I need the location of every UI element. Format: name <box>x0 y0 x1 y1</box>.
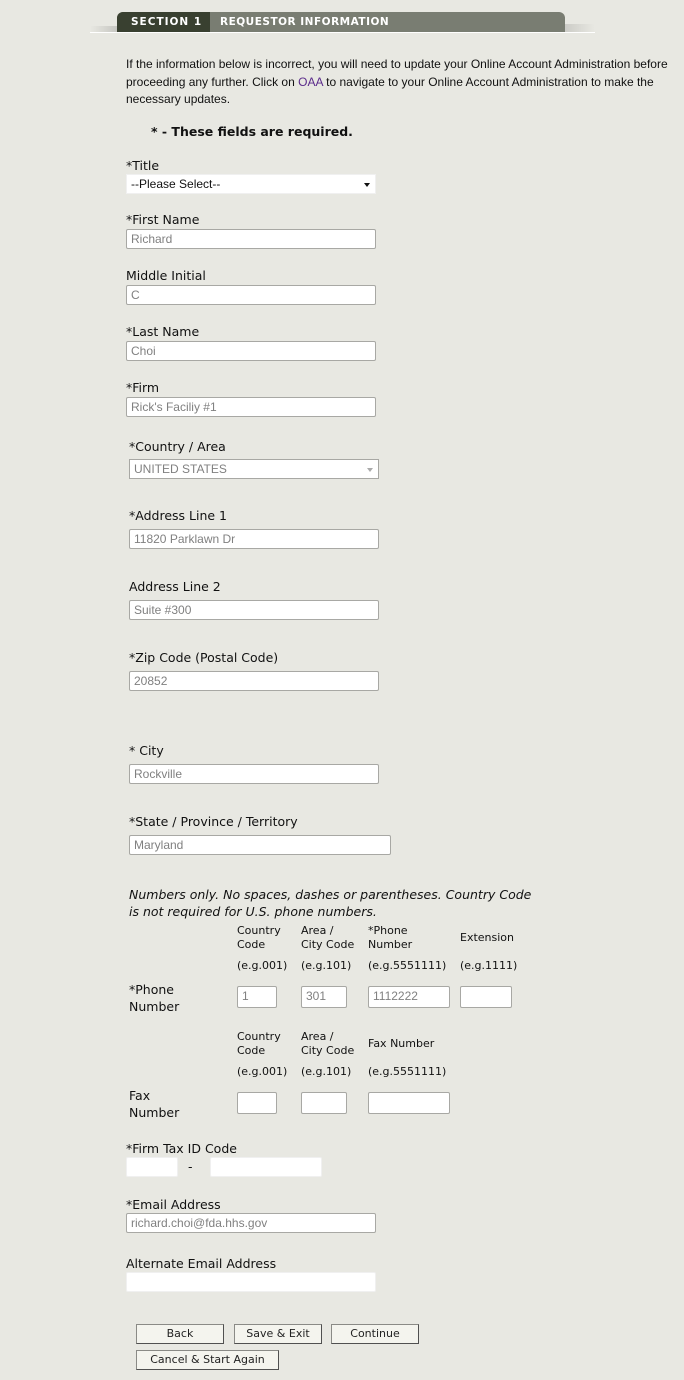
tax-id-part2-input[interactable] <box>210 1157 322 1177</box>
section-title: REQUESTOR INFORMATION <box>220 16 390 28</box>
state-label: *State / Province / Territory <box>129 814 298 829</box>
state-input[interactable]: Maryland <box>129 835 391 855</box>
last-name-input[interactable]: Choi <box>126 341 376 361</box>
label-line: *Phone <box>129 982 174 997</box>
address2-label: Address Line 2 <box>129 579 221 594</box>
header-line: Country <box>237 924 281 937</box>
continue-button[interactable]: Continue <box>331 1324 419 1344</box>
label-line: Fax <box>129 1088 151 1103</box>
header-line: Area / <box>301 924 334 937</box>
first-name-input[interactable]: Richard <box>126 229 376 249</box>
phone-country-example: (e.g.001) <box>237 959 288 972</box>
alt-email-input[interactable] <box>126 1272 376 1292</box>
section-number: SECTION 1 <box>117 12 210 32</box>
intro-text: If the information below is incorrect, y… <box>126 56 684 109</box>
header-shadow-right <box>565 24 595 32</box>
address1-input[interactable]: 11820 Parklawn Dr <box>129 529 379 549</box>
zip-input[interactable]: 20852 <box>129 671 379 691</box>
header-line: City Code <box>301 1044 355 1057</box>
header-line: Code <box>237 938 266 951</box>
fax-country-example: (e.g.001) <box>237 1065 288 1078</box>
label-line: Number <box>129 1105 180 1120</box>
fax-col-country-header: Country Code <box>237 1030 281 1058</box>
header-line: Country <box>237 1030 281 1043</box>
last-name-label: *Last Name <box>126 324 200 339</box>
city-label: * City <box>129 743 164 758</box>
fax-label: Fax Number <box>129 1087 179 1121</box>
title-label: *Title <box>126 158 160 173</box>
title-select[interactable]: --Please Select-- <box>126 174 376 194</box>
required-fields-note: * - These fields are required. <box>151 124 353 139</box>
phone-hint: Numbers only. No spaces, dashes or paren… <box>129 887 532 919</box>
phone-col-extension-header: Extension <box>460 931 515 944</box>
header-rule <box>90 32 595 33</box>
fax-number-input[interactable] <box>368 1092 450 1114</box>
address1-label: *Address Line 1 <box>129 508 227 523</box>
country-label: *Country / Area <box>129 439 226 454</box>
address2-input[interactable]: Suite #300 <box>129 600 379 620</box>
header-line: *Phone <box>368 924 408 937</box>
phone-col-number-header: *Phone Number <box>368 924 412 952</box>
label-line: Number <box>129 999 180 1014</box>
phone-extension-input[interactable] <box>460 986 512 1008</box>
save-exit-button[interactable]: Save & Exit <box>234 1324 322 1344</box>
phone-col-country-header: Country Code <box>237 924 281 952</box>
firm-input[interactable]: Rick's Faciliy #1 <box>126 397 376 417</box>
section-header-bar: SECTION 1 REQUESTOR INFORMATION <box>117 12 565 32</box>
header-line: Number <box>368 938 413 951</box>
phone-label: *Phone Number <box>129 981 179 1015</box>
header-line: City Code <box>301 938 355 951</box>
fax-country-input[interactable] <box>237 1092 277 1114</box>
chevron-down-icon <box>367 468 373 472</box>
middle-initial-label: Middle Initial <box>126 268 206 283</box>
chevron-down-icon <box>364 183 370 187</box>
email-input[interactable]: richard.choi@fda.hhs.gov <box>126 1213 376 1233</box>
back-button[interactable]: Back <box>136 1324 224 1344</box>
email-label: *Email Address <box>126 1197 221 1212</box>
fax-number-example: (e.g.5551111) <box>368 1065 447 1078</box>
phone-area-input[interactable]: 301 <box>301 986 347 1008</box>
city-input[interactable]: Rockville <box>129 764 379 784</box>
fax-col-number-header: Fax Number <box>368 1037 435 1050</box>
first-name-label: *First Name <box>126 212 200 227</box>
phone-col-area-header: Area / City Code <box>301 924 354 952</box>
country-select-value: UNITED STATES <box>134 462 227 476</box>
fax-col-area-header: Area / City Code <box>301 1030 354 1058</box>
tax-id-separator: - <box>188 1159 193 1174</box>
oaa-link[interactable]: OAA <box>298 75 323 89</box>
header-line: Code <box>237 1044 266 1057</box>
country-select[interactable]: UNITED STATES <box>129 459 379 479</box>
phone-country-input[interactable]: 1 <box>237 986 277 1008</box>
fax-area-example: (e.g.101) <box>301 1065 352 1078</box>
tax-id-part1-input[interactable] <box>126 1157 178 1177</box>
phone-number-example: (e.g.5551111) <box>368 959 447 972</box>
zip-label: *Zip Code (Postal Code) <box>129 650 279 665</box>
phone-number-input[interactable]: 1112222 <box>368 986 450 1008</box>
phone-extension-example: (e.g.1111) <box>460 959 518 972</box>
tax-id-label: *Firm Tax ID Code <box>126 1141 237 1156</box>
section-header: SECTION 1 REQUESTOR INFORMATION <box>90 12 595 33</box>
title-select-value: --Please Select-- <box>131 177 221 191</box>
fax-area-input[interactable] <box>301 1092 347 1114</box>
header-line: Area / <box>301 1030 334 1043</box>
cancel-start-again-button[interactable]: Cancel & Start Again <box>136 1350 279 1370</box>
phone-area-example: (e.g.101) <box>301 959 352 972</box>
firm-label: *Firm <box>126 380 160 395</box>
alt-email-label: Alternate Email Address <box>126 1256 277 1271</box>
middle-initial-input[interactable]: C <box>126 285 376 305</box>
